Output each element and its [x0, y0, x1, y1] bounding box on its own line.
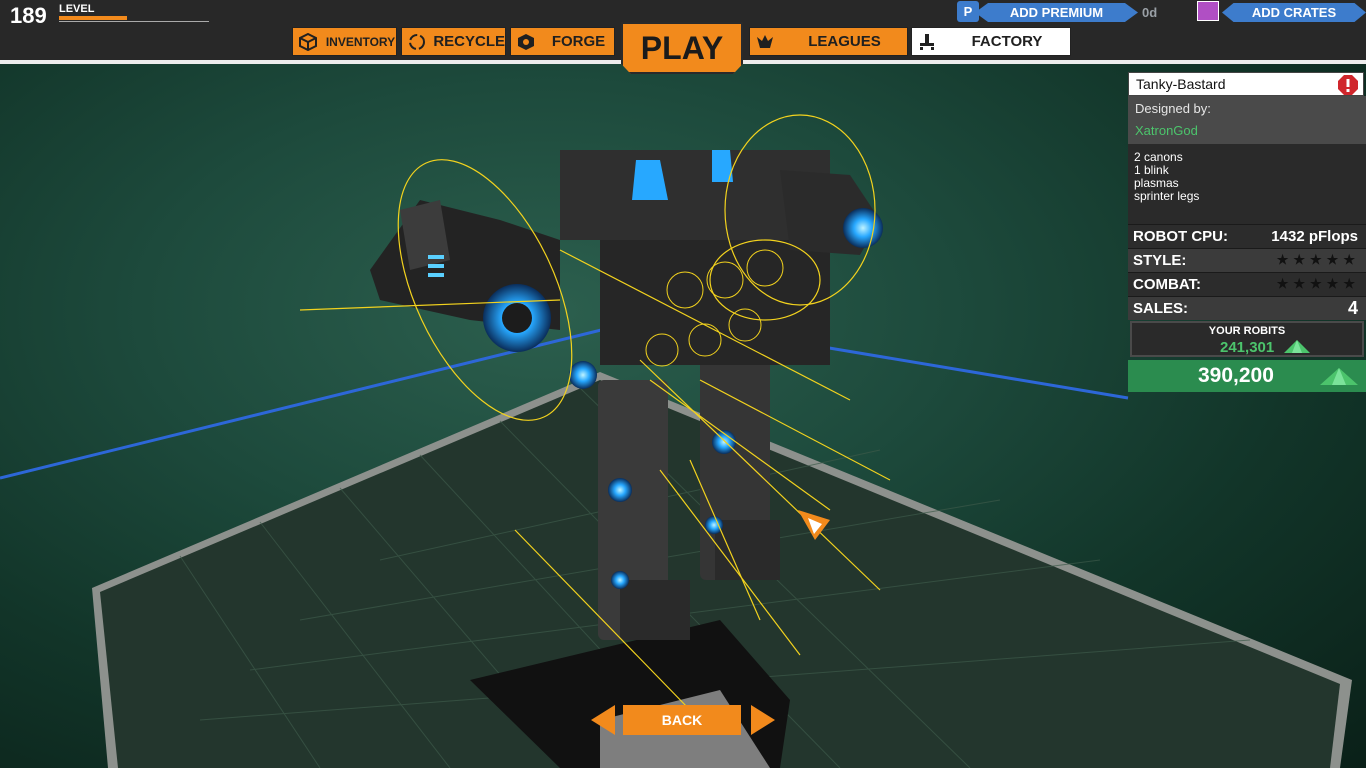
- factory-icon: [916, 31, 938, 53]
- play-button[interactable]: PLAY: [621, 22, 743, 74]
- forge-button[interactable]: FORGE: [510, 27, 615, 56]
- add-premium-button[interactable]: ADD PREMIUM: [975, 3, 1138, 22]
- player-level: 189: [10, 3, 47, 28]
- back-button[interactable]: BACK: [623, 705, 741, 735]
- report-warning-icon[interactable]: [1337, 74, 1359, 96]
- cpu-label: ROBOT CPU:: [1133, 228, 1228, 245]
- robot-price: 390,200: [1198, 364, 1274, 387]
- leagues-icon: [754, 31, 776, 53]
- premium-days: 0d: [1142, 5, 1158, 20]
- robot-info-panel: Tanky-Bastard Designed by: XatronGod 2 c…: [1128, 72, 1366, 392]
- level-label: LEVEL: [59, 3, 95, 15]
- robot-name: Tanky-Bastard: [1128, 72, 1364, 96]
- inventory-label: INVENTORY: [325, 34, 396, 49]
- cpu-value: 1432 pFlops: [1271, 228, 1358, 245]
- sales-row: SALES: 4: [1128, 296, 1366, 320]
- recycle-label: RECYCLE: [433, 33, 505, 50]
- factory-label: FACTORY: [971, 33, 1043, 50]
- your-robits-box: YOUR ROBITS 241,301: [1130, 321, 1364, 357]
- leagues-button[interactable]: LEAGUES: [749, 27, 908, 56]
- level-progress-fill: [59, 16, 127, 20]
- style-label: STYLE:: [1133, 252, 1187, 269]
- box-icon: [297, 31, 319, 53]
- your-robits-label: YOUR ROBITS: [1208, 325, 1286, 337]
- previous-robot-arrow[interactable]: [591, 705, 615, 735]
- combat-label: COMBAT:: [1133, 276, 1202, 293]
- premium-icon[interactable]: P: [957, 1, 979, 22]
- style-row: STYLE: ★★★★★: [1128, 248, 1366, 272]
- factory-button[interactable]: FACTORY: [911, 27, 1071, 56]
- recycle-button[interactable]: RECYCLE: [401, 27, 506, 56]
- combat-row: COMBAT: ★★★★★: [1128, 272, 1366, 296]
- sales-label: SALES:: [1133, 300, 1189, 317]
- style-stars[interactable]: ★★★★★: [1277, 252, 1360, 268]
- recycle-icon: [406, 31, 427, 53]
- designer-section: Designed by: XatronGod: [1128, 96, 1366, 144]
- designed-by-label: Designed by:: [1135, 101, 1211, 116]
- robits-gem-icon: [1320, 368, 1358, 385]
- cpu-row: ROBOT CPU: 1432 pFlops: [1128, 224, 1366, 248]
- next-robot-arrow[interactable]: [751, 705, 775, 735]
- description-line: sprinter legs: [1134, 189, 1200, 203]
- level-progress-bar: [59, 16, 209, 22]
- forge-label: FORGE: [551, 33, 606, 50]
- designer-name[interactable]: XatronGod: [1135, 123, 1198, 138]
- leagues-label: LEAGUES: [808, 33, 881, 50]
- robot-name-text: Tanky-Bastard: [1136, 76, 1226, 92]
- inventory-button[interactable]: INVENTORY: [292, 27, 397, 56]
- forge-icon: [515, 31, 537, 53]
- crate-icon[interactable]: [1197, 1, 1219, 21]
- robits-gem-icon: [1284, 340, 1310, 353]
- add-crates-button[interactable]: ADD CRATES: [1222, 3, 1366, 22]
- sales-value: 4: [1347, 298, 1358, 318]
- your-robits-value: 241,301: [1220, 339, 1275, 356]
- buy-robot-button[interactable]: 390,200: [1128, 360, 1366, 392]
- combat-stars[interactable]: ★★★★★: [1277, 276, 1360, 292]
